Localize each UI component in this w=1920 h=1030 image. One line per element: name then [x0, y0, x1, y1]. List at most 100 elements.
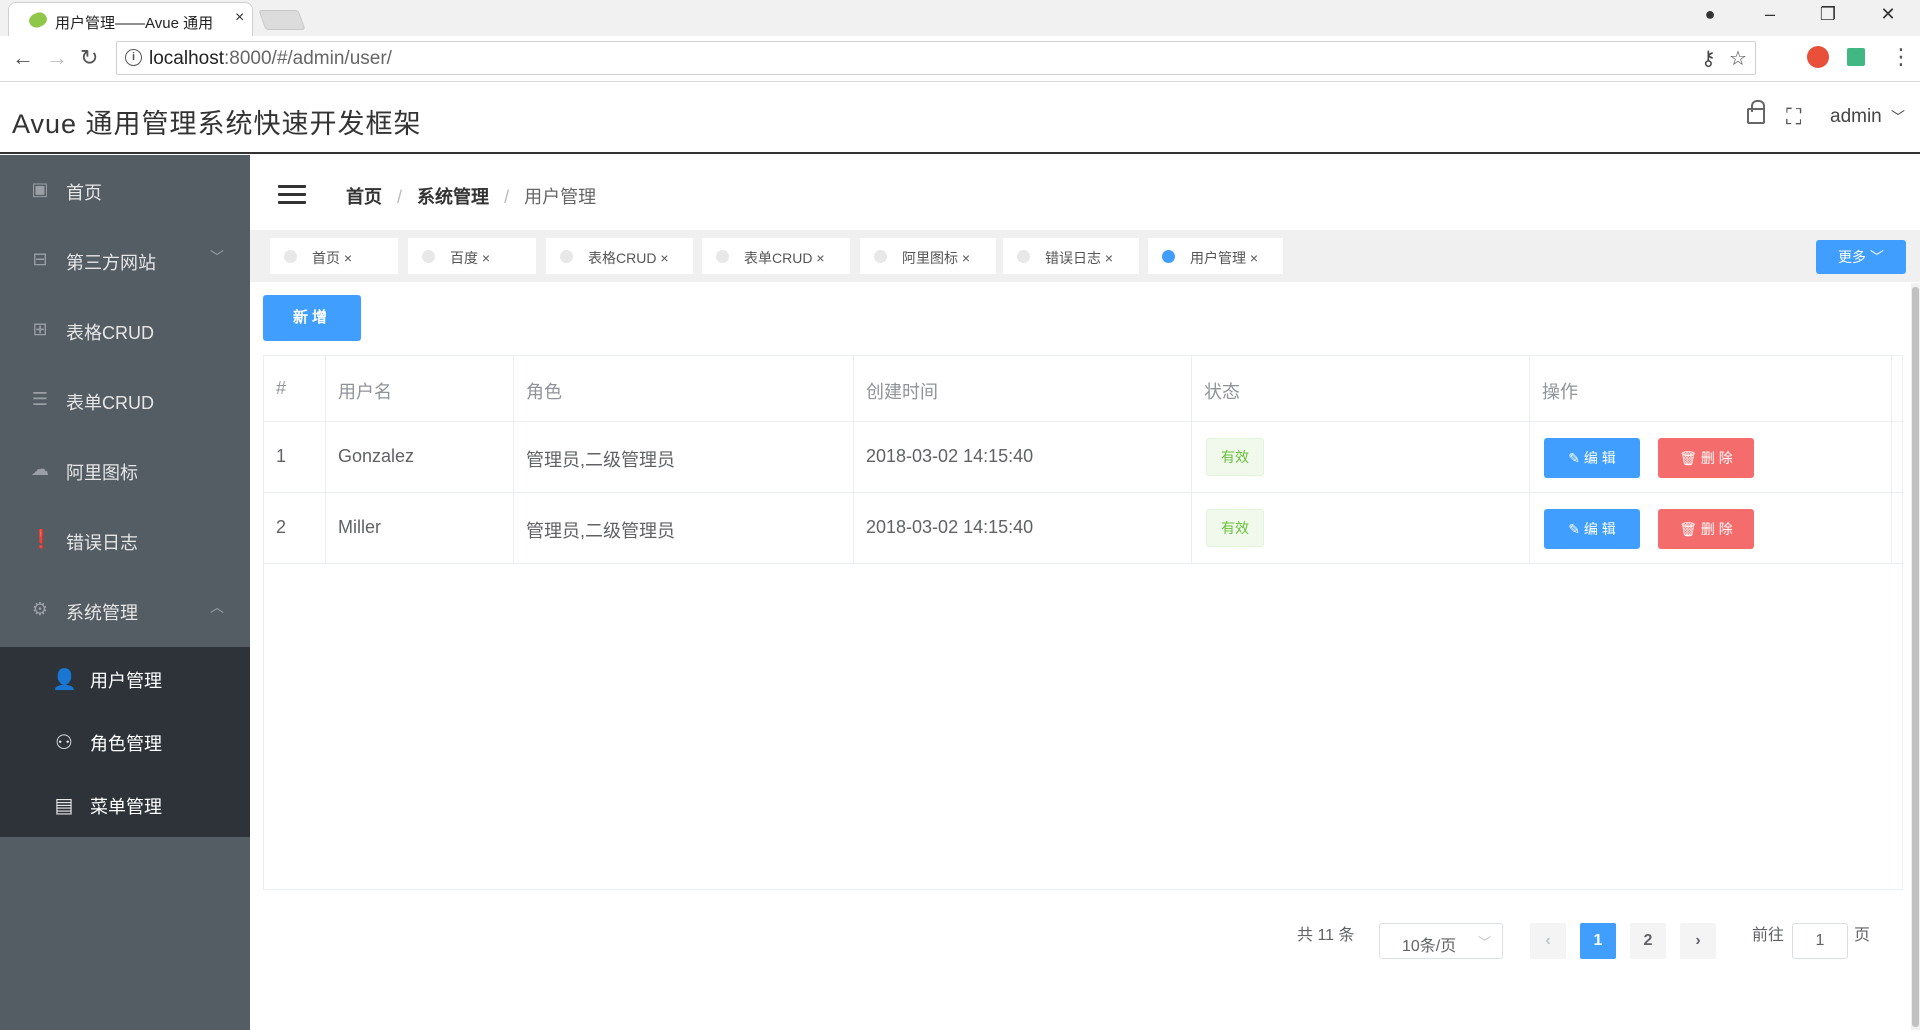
tag-form-crud[interactable]: 表单CRUD × [702, 238, 850, 274]
cell-status: 有效 [1192, 422, 1530, 492]
app-title: Avue 通用管理系统快速开发框架 [12, 109, 422, 139]
page-2-button[interactable]: 2 [1630, 923, 1666, 959]
forward-icon[interactable]: → [46, 45, 68, 71]
user-name: admin [1830, 106, 1882, 127]
vue-devtools-icon[interactable] [1847, 48, 1865, 66]
table-row: 1 Gonzalez 管理员,二级管理员 2018-03-02 14:15:40… [264, 422, 1904, 493]
lock-icon[interactable] [1747, 100, 1765, 124]
chevron-up-icon: ︿ [210, 599, 224, 615]
chevron-down-icon: ﹀ [210, 249, 224, 265]
warning-icon: ❗ [30, 529, 53, 549]
browser-tab[interactable]: 用户管理——Avue 通用 × [8, 2, 253, 36]
sidebar-item-form-crud[interactable]: ☰ 表单CRUD [0, 365, 250, 435]
account-icon[interactable]: ● [1690, 4, 1730, 25]
reload-icon[interactable]: ↻ [80, 45, 98, 71]
cell-text: Gonzalez [338, 446, 415, 466]
form-icon: ☰ [31, 389, 49, 409]
sidebar: ▣ 首页 ⊟ 第三方网站 ﹀ ⊞ 表格CRUD ☰ 表单CRUD ☁ 阿里图标 … [0, 155, 250, 1030]
delete-button[interactable]: 🗑 删 除 [1658, 438, 1754, 478]
tag-user-management[interactable]: 用户管理 × [1148, 238, 1283, 274]
goto-page-input[interactable]: 1 [1792, 923, 1848, 959]
cell-username: Gonzalez [326, 422, 514, 492]
edit-button[interactable]: ✎ 编 辑 [1544, 509, 1640, 549]
more-tags-button[interactable]: 更多 ﹀ [1816, 240, 1906, 274]
sidebar-item-label: 首页 [66, 183, 102, 203]
site-info-icon[interactable]: i [125, 49, 142, 66]
tag-label: 百度 × [450, 250, 491, 266]
tag-error-log[interactable]: 错误日志 × [1003, 238, 1139, 274]
address-bar[interactable]: i localhost:8000/#/admin/user/ ⚷ ☆ [116, 41, 1756, 75]
tag-dot-icon [1162, 250, 1175, 263]
sidebar-item-system[interactable]: ⚙ 系统管理 ︿ [0, 575, 250, 645]
page-size-value: 10条/页 [1402, 938, 1457, 955]
scrollbar[interactable] [1911, 283, 1920, 1030]
tag-ali-icons[interactable]: 阿里图标 × [860, 238, 996, 274]
edit-button[interactable]: ✎ 编 辑 [1544, 438, 1640, 478]
gear-icon: ⚙ [31, 599, 49, 619]
page-1-button[interactable]: 1 [1580, 923, 1616, 959]
menu-toggle-icon[interactable] [278, 185, 306, 205]
sidebar-item-third-party[interactable]: ⊟ 第三方网站 ﹀ [0, 225, 250, 295]
cell-text: 管理员,二级管理员 [526, 521, 676, 541]
header-label: # [276, 378, 287, 398]
header-label: 状态 [1204, 382, 1240, 402]
table-row: 2 Miller 管理员,二级管理员 2018-03-02 14:15:40 有… [264, 493, 1904, 564]
extension-red-icon[interactable] [1807, 46, 1829, 68]
user-menu[interactable]: admin ﹀ [1830, 106, 1905, 128]
leaf-favicon-icon [27, 10, 49, 30]
page-size-select[interactable]: 10条/页 ﹀ [1379, 923, 1503, 959]
scrollbar-thumb[interactable] [1912, 287, 1919, 1027]
minimize-button[interactable]: – [1750, 4, 1790, 25]
breadcrumb-home[interactable]: 首页 [346, 187, 382, 207]
tag-table-crud[interactable]: 表格CRUD × [546, 238, 693, 274]
cell-username: Miller [326, 493, 514, 563]
cell-created: 2018-03-02 14:15:40 [854, 422, 1192, 492]
sidebar-item-home[interactable]: ▣ 首页 [0, 155, 250, 225]
cell-actions: ✎ 编 辑 🗑 删 除 [1530, 422, 1892, 492]
sidebar-item-user-management[interactable]: 👤 用户管理 [0, 647, 250, 709]
tag-dot-icon [560, 250, 573, 263]
status-badge: 有效 [1206, 438, 1264, 476]
tag-label: 用户管理 × [1190, 250, 1259, 266]
tag-label: 表格CRUD × [588, 250, 669, 266]
sidebar-item-label: 第三方网站 [66, 253, 156, 273]
url-path: :8000/#/admin/user/ [224, 48, 392, 69]
url-text[interactable]: localhost:8000/#/admin/user/ [149, 48, 392, 70]
cell-index: 2 [264, 493, 326, 563]
key-icon[interactable]: ⚷ [1701, 46, 1716, 71]
window-close-button[interactable]: ✕ [1868, 4, 1908, 25]
cell-roles: 管理员,二级管理员 [514, 422, 854, 492]
user-icon: 👤 [52, 669, 77, 691]
tab-close-icon[interactable]: × [235, 9, 244, 27]
app-header: Avue 通用管理系统快速开发框架 ⛶ admin ﹀ [0, 82, 1920, 154]
new-tab-button[interactable] [258, 10, 306, 30]
tag-baidu[interactable]: 百度 × [408, 238, 536, 274]
tag-label: 首页 × [312, 250, 353, 266]
restore-button[interactable]: ❐ [1808, 4, 1848, 25]
back-icon[interactable]: ← [12, 45, 34, 71]
header-actions: 操作 [1530, 356, 1892, 421]
prev-page-button[interactable]: ‹ [1530, 923, 1566, 959]
tag-home[interactable]: 首页 × [270, 238, 398, 274]
sidebar-item-role-management[interactable]: ⚇ 角色管理 [0, 710, 250, 772]
breadcrumb-system[interactable]: 系统管理 [417, 187, 489, 207]
add-button[interactable]: 新增 [263, 295, 361, 341]
sidebar-item-table-crud[interactable]: ⊞ 表格CRUD [0, 295, 250, 365]
tag-dot-icon [422, 250, 435, 263]
status-badge: 有效 [1206, 509, 1264, 547]
next-page-button[interactable]: › [1680, 923, 1716, 959]
chevron-down-icon: ﹀ [1891, 109, 1906, 125]
browser-menu-icon[interactable]: ⋮ [1890, 44, 1912, 70]
sidebar-item-ali-icons[interactable]: ☁ 阿里图标 [0, 435, 250, 505]
goto-label: 前往 [1752, 927, 1785, 944]
bookmark-star-icon[interactable]: ☆ [1729, 46, 1747, 71]
sidebar-item-label: 阿里图标 [66, 463, 138, 483]
sidebar-item-menu-management[interactable]: ▤ 菜单管理 [0, 773, 250, 835]
menu-list-icon: ▤ [54, 795, 74, 817]
cell-text: 2 [276, 517, 287, 537]
fullscreen-icon[interactable]: ⛶ [1786, 104, 1801, 130]
sidebar-item-label: 表单CRUD [66, 393, 154, 413]
sidebar-item-error-log[interactable]: ❗ 错误日志 [0, 505, 250, 575]
delete-button[interactable]: 🗑 删 除 [1658, 509, 1754, 549]
sidebar-item-label: 错误日志 [66, 533, 138, 553]
